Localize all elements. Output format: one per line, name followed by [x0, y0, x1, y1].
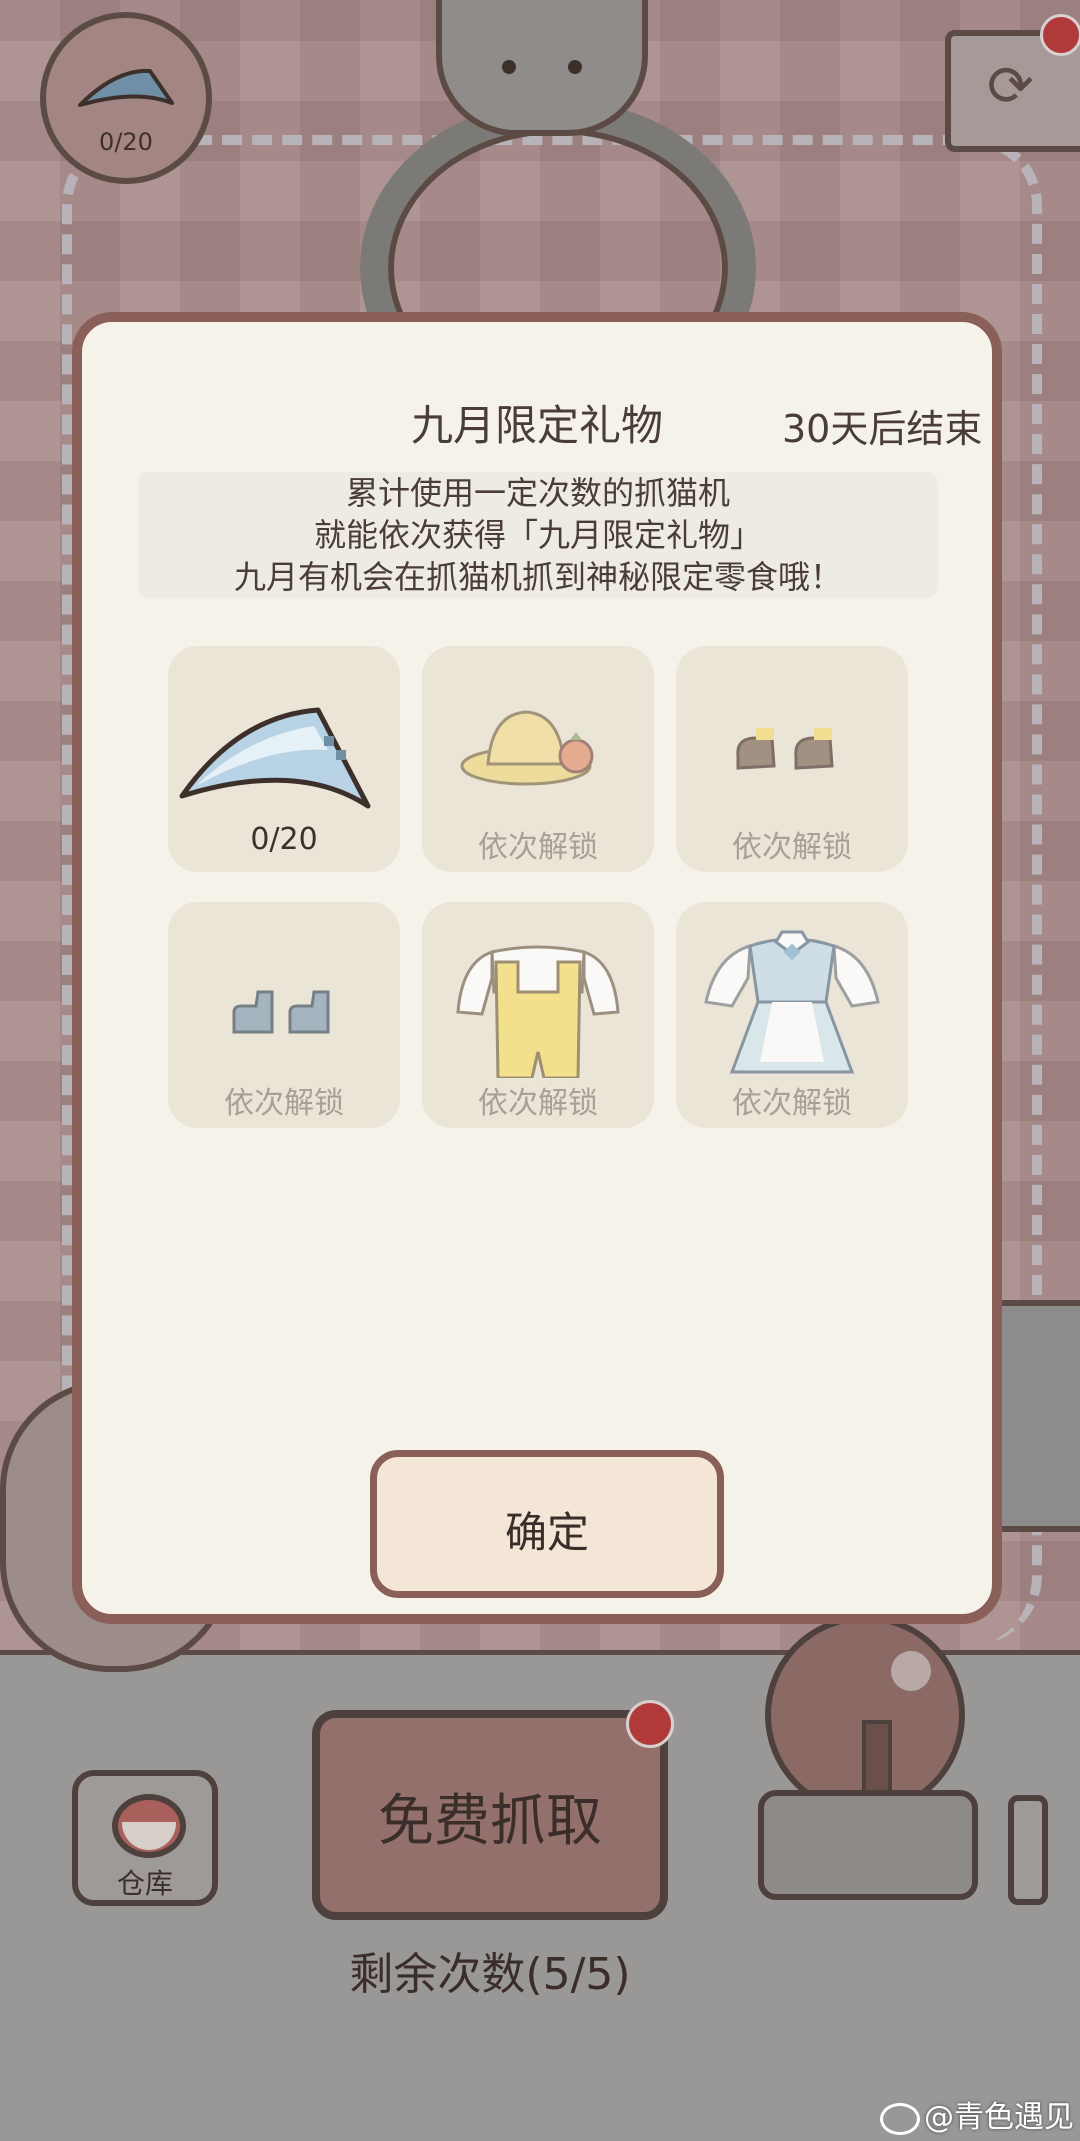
- free-grab-label: 免费抓取: [378, 1789, 602, 1854]
- cat-ear-left: [448, 0, 500, 30]
- side-lever[interactable]: [1008, 1795, 1048, 1905]
- cat-eye-right: [568, 60, 582, 74]
- reward-card[interactable]: 0/20: [168, 646, 400, 872]
- blue-boots-icon: [232, 990, 330, 1034]
- warehouse-label: 仓库: [116, 1867, 173, 1900]
- blue-feather-blade-icon: [179, 707, 371, 809]
- warehouse-button[interactable]: 仓库: [72, 1770, 218, 1906]
- reward-card[interactable]: 依次解锁: [422, 646, 654, 872]
- reward-label: 依次解锁: [478, 1086, 598, 1121]
- modal-description: 累计使用一定次数的抓猫机 就能依次获得「九月限定礼物」 九月有机会在抓猫机抓到神…: [138, 472, 938, 598]
- free-grab-button[interactable]: 免费抓取: [312, 1710, 668, 1920]
- joystick-base[interactable]: [758, 1790, 978, 1900]
- confirm-button[interactable]: 确定: [370, 1450, 724, 1598]
- reward-card[interactable]: 依次解锁: [676, 902, 908, 1128]
- straw-hat-icon: [460, 710, 594, 786]
- reward-card[interactable]: 依次解锁: [168, 902, 400, 1128]
- reward-label: 依次解锁: [732, 830, 852, 865]
- reward-label: 依次解锁: [224, 1086, 344, 1121]
- event-countdown: 30天后结束: [782, 407, 983, 451]
- remaining-count: 剩余次数(5/5): [349, 1949, 631, 2000]
- watermark: @青色遇见: [880, 2092, 1074, 2136]
- notification-dot: [1040, 14, 1080, 56]
- cat-ear-right: [584, 0, 636, 30]
- reward-label: 依次解锁: [732, 1086, 852, 1121]
- brown-shoes-icon: [736, 728, 834, 770]
- description-line: 九月有机会在抓猫机抓到神秘限定零食哦！: [233, 558, 842, 596]
- blue-feather-blade-icon: [78, 68, 174, 107]
- cat-eye-left: [502, 60, 516, 74]
- description-line: 累计使用一定次数的抓猫机: [345, 474, 730, 512]
- reward-card[interactable]: 依次解锁: [676, 646, 908, 872]
- reward-label: 0/20: [250, 822, 318, 857]
- weibo-icon: [880, 2102, 920, 2135]
- confirm-label: 确定: [504, 1508, 589, 1557]
- gift-progress-label: 0/20: [99, 128, 153, 156]
- refresh-icon: ⟳: [987, 54, 1034, 119]
- cat-claw-head: [436, 0, 648, 136]
- yellow-overalls-icon: [456, 945, 620, 1078]
- watermark-text: @青色遇见: [924, 2100, 1074, 2135]
- grab-notification-dot: [626, 1700, 674, 1748]
- limited-gift-modal: 九月限定礼物 30天后结束 累计使用一定次数的抓猫机 就能依次获得「九月限定礼物…: [72, 312, 1002, 1624]
- description-line: 就能依次获得「九月限定礼物」: [313, 516, 762, 554]
- blue-maid-dress-icon: [704, 930, 880, 1074]
- reward-card[interactable]: 依次解锁: [422, 902, 654, 1128]
- reward-label: 依次解锁: [478, 830, 598, 865]
- gift-progress-badge[interactable]: 0/20: [40, 12, 212, 184]
- warehouse-icon: [112, 1794, 186, 1858]
